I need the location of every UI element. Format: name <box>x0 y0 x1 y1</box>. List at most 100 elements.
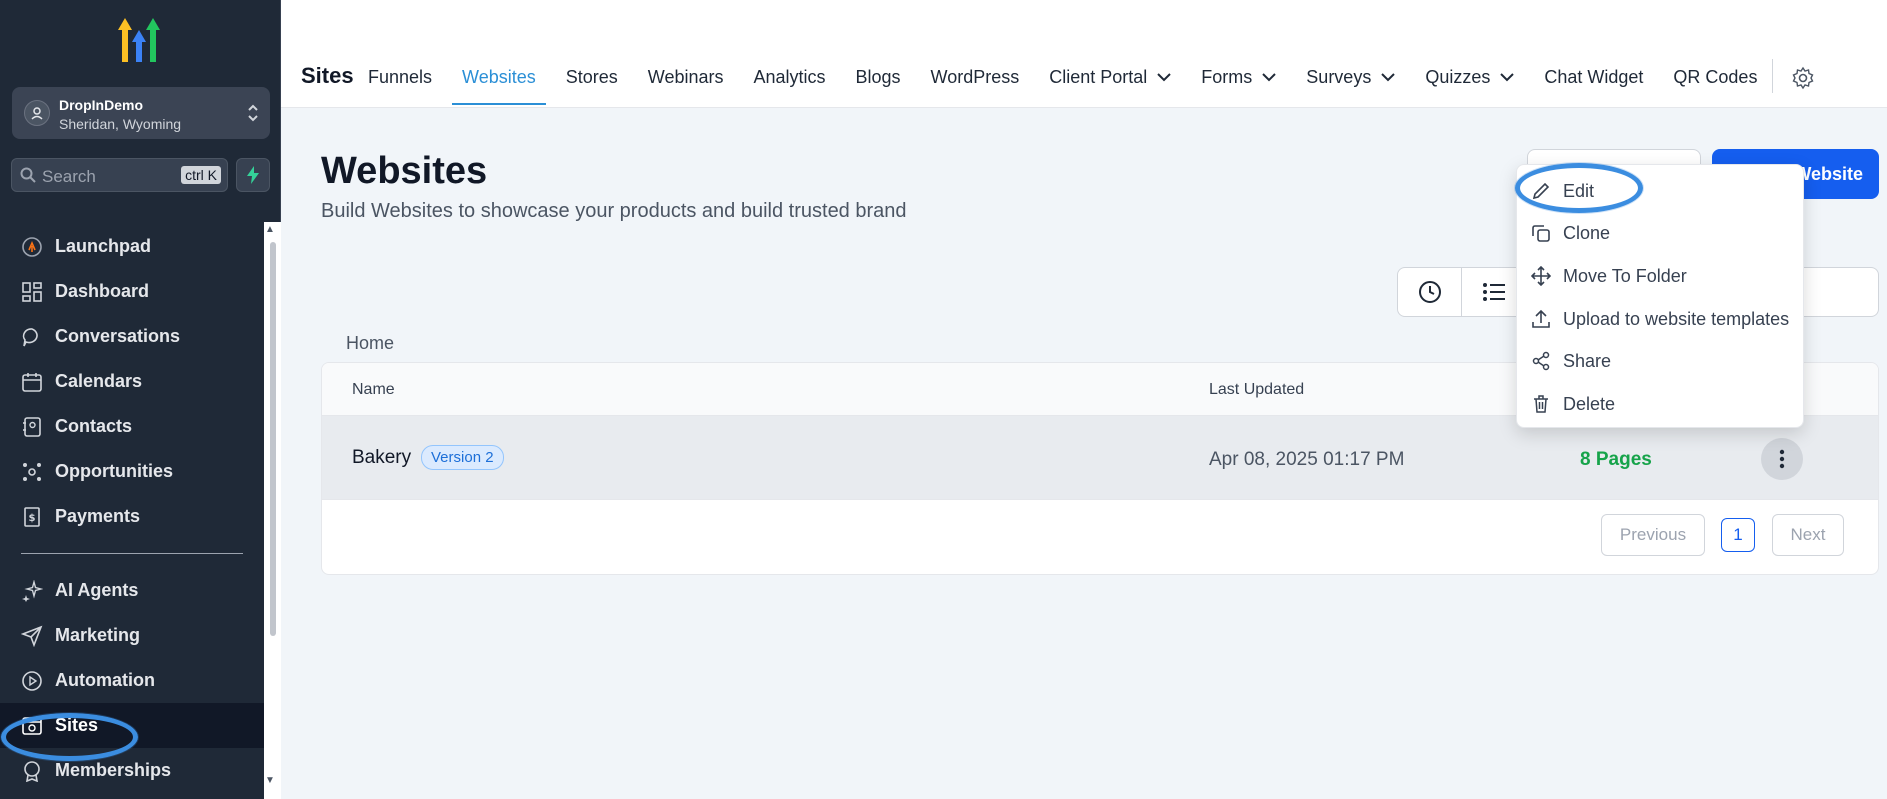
sidebar-divider <box>21 553 243 554</box>
sidebar-item-label: Launchpad <box>55 236 152 256</box>
column-header-name: Name <box>352 381 395 398</box>
automation-icon <box>22 670 42 691</box>
tab-label: Client Portal <box>1049 66 1148 87</box>
sidebar-item-launchpad[interactable]: Launchpad <box>0 224 264 269</box>
quick-action-button[interactable] <box>236 158 270 192</box>
send-icon <box>21 625 43 647</box>
tab-stores[interactable]: Stores <box>566 66 618 88</box>
tab-funnels[interactable]: Funnels <box>368 66 432 88</box>
sidebar-item-label: AI Agents <box>55 580 139 600</box>
account-switcher[interactable]: DropInDemo Sheridan, Wyoming <box>12 87 270 139</box>
breadcrumb[interactable]: Home <box>346 333 394 354</box>
row-actions-button[interactable] <box>1761 438 1803 480</box>
chevron-down-icon <box>1381 72 1396 81</box>
svg-text:$: $ <box>29 513 36 524</box>
scroll-up-icon[interactable]: ▲ <box>265 224 275 235</box>
menu-item-upload-template[interactable]: Upload to website templates <box>1531 307 1789 331</box>
new-website-label: Website <box>1794 163 1863 184</box>
sidebar-item-conversations[interactable]: Conversations <box>0 314 264 359</box>
contacts-icon <box>23 416 41 437</box>
page-number-button[interactable]: 1 <box>1721 518 1755 552</box>
gear-icon[interactable] <box>1791 66 1815 90</box>
move-icon <box>1531 266 1551 286</box>
tab-chat-widget[interactable]: Chat Widget <box>1544 66 1643 88</box>
tab-label: Blogs <box>855 66 901 87</box>
sidebar-item-calendars[interactable]: Calendars <box>0 359 264 404</box>
sidebar-item-label: Memberships <box>55 760 172 780</box>
sidebar-scrollbar-thumb[interactable] <box>270 242 276 636</box>
next-page-button[interactable]: Next <box>1772 514 1844 556</box>
tab-websites[interactable]: Websites <box>452 66 546 105</box>
tab-client-portal[interactable]: Client Portal <box>1049 66 1172 88</box>
menu-item-share[interactable]: Share <box>1531 349 1611 373</box>
sidebar-item-dashboard[interactable]: Dashboard <box>0 269 264 314</box>
tab-label: Forms <box>1201 66 1253 87</box>
tab-separator <box>1772 59 1773 93</box>
tab-webinars[interactable]: Webinars <box>648 66 724 88</box>
upload-icon <box>1532 309 1550 328</box>
search-input[interactable]: Search ctrl K <box>11 158 228 192</box>
table-row[interactable]: Bakery Version 2 Apr 08, 2025 01:17 PM 8… <box>322 416 1878 500</box>
account-location: Sheridan, Wyoming <box>59 116 182 132</box>
tab-label: Chat Widget <box>1544 66 1644 87</box>
menu-item-label: Clone <box>1563 222 1611 243</box>
tab-forms[interactable]: Forms <box>1201 66 1277 88</box>
tab-quizzes[interactable]: Quizzes <box>1425 66 1515 88</box>
last-updated: Apr 08, 2025 01:17 PM <box>1209 449 1405 470</box>
tab-analytics[interactable]: Analytics <box>753 66 825 88</box>
recent-view-button[interactable] <box>1398 268 1462 316</box>
badge-icon <box>24 760 40 782</box>
sidebar-item-opportunities[interactable]: Opportunities <box>0 449 264 494</box>
sidebar-item-ai-agents[interactable]: AI Agents <box>0 568 264 613</box>
menu-item-move-to-folder[interactable]: Move To Folder <box>1531 264 1687 288</box>
sidebar-item-payments[interactable]: $ Payments <box>0 494 264 539</box>
sidebar-item-label: Conversations <box>55 326 181 346</box>
search-icon <box>20 167 36 183</box>
opportunities-icon <box>23 462 41 481</box>
menu-item-clone[interactable]: Clone <box>1531 221 1610 245</box>
menu-item-label: Move To Folder <box>1563 265 1687 286</box>
tab-label: Funnels <box>368 66 433 87</box>
logo-icon <box>118 18 160 62</box>
sidebar-nav: Launchpad Dashboard Conversations Calend… <box>0 224 264 793</box>
dashboard-icon <box>22 281 42 302</box>
menu-item-delete[interactable]: Delete <box>1531 392 1615 416</box>
tab-label: Surveys <box>1306 66 1372 87</box>
tab-surveys[interactable]: Surveys <box>1306 66 1396 88</box>
tab-label: Websites <box>462 66 536 87</box>
menu-item-label: Share <box>1563 350 1612 371</box>
page-subtitle: Build Websites to showcase your products… <box>321 200 907 222</box>
search-shortcut: ctrl K <box>181 166 221 184</box>
launchpad-icon <box>22 236 42 257</box>
sidebar-item-marketing[interactable]: Marketing <box>0 613 264 658</box>
share-icon <box>1532 351 1550 371</box>
sidebar-item-label: Payments <box>55 506 141 526</box>
sidebar-item-automation[interactable]: Automation <box>0 658 264 703</box>
previous-page-button[interactable]: Previous <box>1601 514 1705 556</box>
tab-qr-codes[interactable]: QR Codes <box>1673 66 1757 88</box>
website-name[interactable]: Bakery <box>352 447 411 469</box>
scroll-down-icon[interactable]: ▼ <box>265 775 275 786</box>
sidebar-item-label: Contacts <box>55 416 133 436</box>
chevron-down-icon <box>1157 72 1172 81</box>
pages-count[interactable]: 8 Pages <box>1580 449 1652 471</box>
tab-label: QR Codes <box>1673 66 1758 87</box>
top-navigation: Sites Funnels Websites Stores Webinars A… <box>281 0 1887 108</box>
sidebar-item-label: Dashboard <box>55 281 150 301</box>
clock-icon <box>1418 281 1441 303</box>
highlight-ring-edit <box>1515 163 1643 213</box>
menu-item-label: Delete <box>1563 393 1616 414</box>
payments-icon: $ <box>24 506 40 527</box>
calendar-icon <box>22 372 42 392</box>
sidebar-item-label: Marketing <box>55 625 141 645</box>
sidebar-item-label: Opportunities <box>55 461 173 481</box>
tab-bar: Funnels Websites Stores Webinars Analyti… <box>368 66 1787 105</box>
tab-label: Analytics <box>753 66 826 87</box>
version-badge: Version 2 <box>421 445 504 470</box>
tab-wordpress[interactable]: WordPress <box>931 66 1020 88</box>
copy-icon <box>1532 225 1550 242</box>
sidebar-item-contacts[interactable]: Contacts <box>0 404 264 449</box>
tab-blogs[interactable]: Blogs <box>856 66 901 88</box>
tab-label: WordPress <box>930 66 1020 87</box>
column-header-last-updated: Last Updated <box>1209 381 1305 398</box>
